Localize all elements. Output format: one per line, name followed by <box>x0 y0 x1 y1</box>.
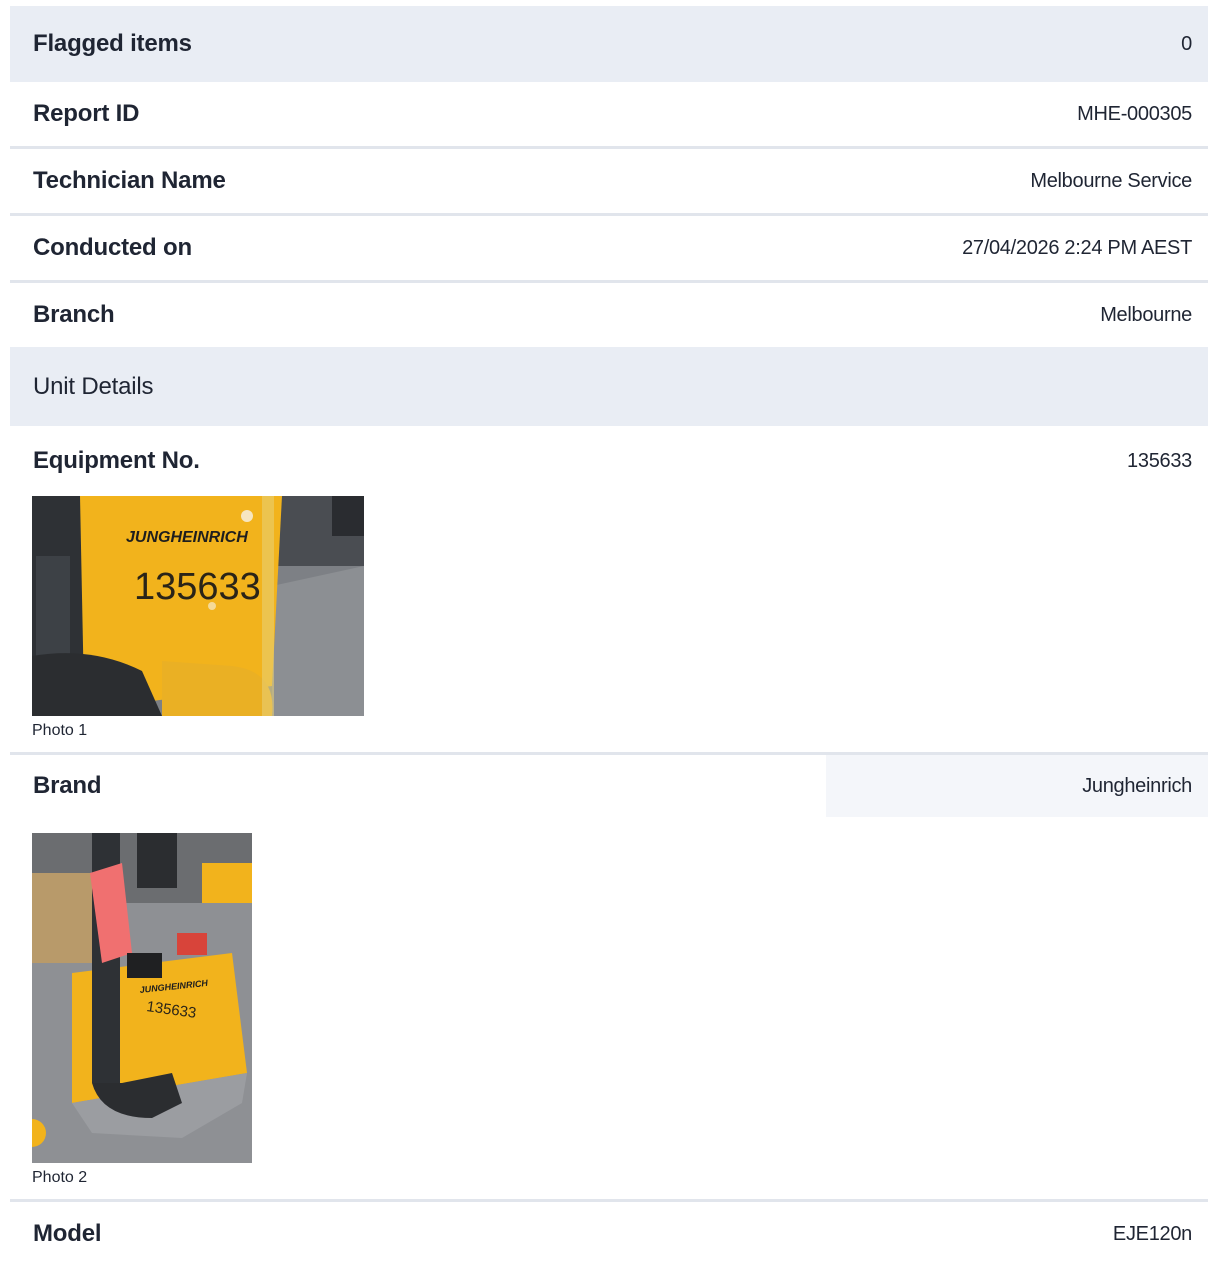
pallet-truck-full-image: JUNGHEINRICH 135633 <box>32 833 252 1163</box>
report-id-row: Report ID MHE-000305 <box>10 82 1208 149</box>
equipment-number-field: Equipment No. 135633 JUNGHEINRICH 135633… <box>10 426 1208 755</box>
model-label: Model <box>33 1220 102 1247</box>
brand-value-box: Jungheinrich <box>826 755 1208 817</box>
technician-row: Technician Name Melbourne Service <box>10 149 1208 216</box>
branch-label: Branch <box>33 301 115 328</box>
brand-label: Brand <box>33 772 102 799</box>
photo1-brand-text: JUNGHEINRICH <box>126 529 248 546</box>
pallet-truck-closeup-image: JUNGHEINRICH 135633 <box>32 496 364 716</box>
branch-value: Melbourne <box>1100 303 1192 326</box>
photo-1-caption: Photo 1 <box>32 722 88 739</box>
flagged-items-count: 0 <box>1181 32 1192 55</box>
equipment-photo-1[interactable]: JUNGHEINRICH 135633 <box>32 496 364 716</box>
brand-field: Brand Jungheinrich JUNGHEINRICH 135633 P… <box>10 755 1208 1202</box>
report-id-label: Report ID <box>33 100 140 127</box>
section-heading-unit-details: Unit Details <box>10 347 1208 426</box>
model-row: Model EJE120n <box>10 1202 1208 1266</box>
flagged-items-label: Flagged items <box>33 30 192 57</box>
photo-2-caption: Photo 2 <box>32 1169 88 1186</box>
brand-value: Jungheinrich <box>1082 774 1192 797</box>
model-value: EJE120n <box>1112 1222 1192 1245</box>
photo1-number-text: 135633 <box>134 566 261 608</box>
equipment-photo-2[interactable]: JUNGHEINRICH 135633 <box>32 833 252 1163</box>
report-id-value: MHE-000305 <box>1077 102 1192 125</box>
flagged-items-row: Flagged items 0 <box>10 6 1208 82</box>
equipment-number-label: Equipment No. <box>33 447 200 474</box>
equipment-number-value: 135633 <box>1127 449 1192 472</box>
technician-label: Technician Name <box>33 167 226 194</box>
conducted-on-label: Conducted on <box>33 234 192 261</box>
conducted-on-value: 27/04/2026 2:24 PM AEST <box>962 236 1192 259</box>
conducted-on-row: Conducted on 27/04/2026 2:24 PM AEST <box>10 216 1208 283</box>
branch-row: Branch Melbourne <box>10 283 1208 347</box>
technician-value: Melbourne Service <box>1030 169 1192 192</box>
inspection-report: Flagged items 0 Report ID MHE-000305 Tec… <box>10 6 1208 1266</box>
